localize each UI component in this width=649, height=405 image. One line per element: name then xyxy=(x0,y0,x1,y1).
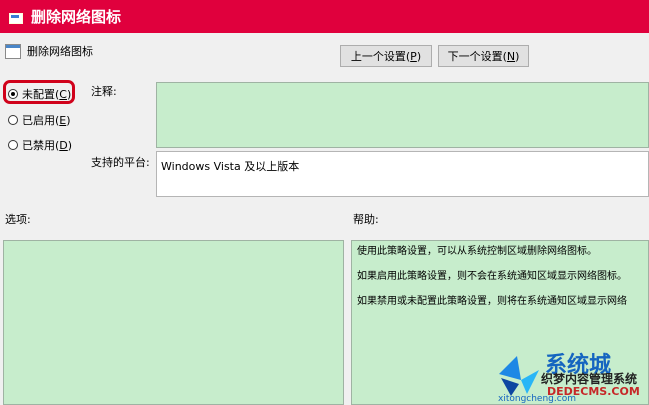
radio-selected-icon xyxy=(8,89,18,99)
radio-disabled[interactable]: 已禁用(D) xyxy=(8,137,72,153)
radio-unselected-icon xyxy=(8,140,18,150)
policy-name: 删除网络图标 xyxy=(27,45,93,58)
title-bar: 删除网络图标 xyxy=(0,0,649,33)
supported-platform-field: Windows Vista 及以上版本 xyxy=(156,151,649,197)
comment-field[interactable] xyxy=(156,82,649,148)
policy-setting-icon xyxy=(5,44,21,59)
radio-not-configured[interactable]: 未配置(C) xyxy=(8,86,71,102)
help-paragraph-2: 如果启用此策略设置，则不会在系统通知区域显示网络图标。 xyxy=(357,271,627,282)
options-pane[interactable] xyxy=(3,240,344,405)
help-label: 帮助: xyxy=(353,213,379,226)
watermark-line4: xitongcheng.com xyxy=(498,394,576,404)
help-paragraph-1: 使用此策略设置，可以从系统控制区域删除网络图标。 xyxy=(357,246,597,257)
watermark-logo-icon xyxy=(499,356,539,396)
radio-enabled[interactable]: 已启用(E) xyxy=(8,112,71,128)
radio-unselected-icon xyxy=(8,115,18,125)
policy-window-icon xyxy=(9,11,23,24)
window-title: 删除网络图标 xyxy=(31,8,122,26)
help-paragraph-3: 如果禁用或未配置此策略设置，则将在系统通知区域显示网络 xyxy=(357,296,627,307)
supported-platform-label: 支持的平台: xyxy=(91,156,150,169)
previous-setting-button[interactable]: 上一个设置(P) xyxy=(340,45,432,67)
options-label: 选项: xyxy=(5,213,31,226)
comment-label: 注释: xyxy=(91,85,117,98)
next-setting-button[interactable]: 下一个设置(N) xyxy=(438,45,529,67)
